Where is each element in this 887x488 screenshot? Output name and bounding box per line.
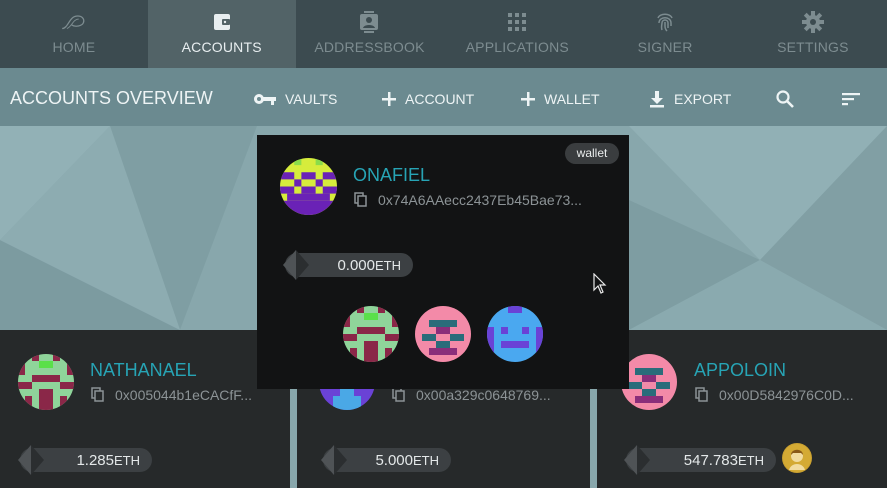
account-name: NATHANAEL [90, 360, 197, 380]
mouse-cursor-icon [593, 273, 607, 294]
nav-addressbook[interactable]: ADDRESSBOOK [296, 0, 444, 68]
search-button[interactable] [775, 89, 803, 109]
page-title: ACCOUNTS OVERVIEW [10, 88, 213, 108]
ethereum-icon [18, 445, 44, 475]
gear-icon [800, 10, 826, 34]
account-card[interactable]: NATHANAEL 0x005044b1eCACfF... 1.285 ETH [0, 330, 290, 488]
sort-icon [842, 93, 860, 106]
wallet-type-badge: wallet [565, 143, 619, 164]
avatar [621, 354, 677, 410]
add-account-button[interactable]: ACCOUNT [381, 89, 474, 109]
nav-accounts[interactable]: ACCOUNTS [147, 0, 296, 68]
copy-icon [91, 387, 104, 402]
balance-pill: 5.000 ETH [321, 445, 451, 475]
home-logo-icon [61, 10, 87, 34]
plus-icon [521, 92, 535, 106]
balance-unit: ETH [375, 258, 401, 273]
wallet-address[interactable]: 0x74A6AAecc2437Eb45Bae73... [354, 192, 582, 208]
balance-pill: 1.285 ETH [18, 445, 152, 475]
account-address-text: 0x00D5842976C0D... [719, 387, 854, 403]
balance-pill: 0.000 ETH [283, 250, 413, 280]
wallet-icon [209, 10, 235, 34]
addressbook-icon [356, 10, 382, 34]
account-card[interactable]: APPOLOIN 0x00D5842976C0D... 547.783 ETH [597, 330, 887, 488]
plus-icon [382, 92, 396, 106]
nav-applications[interactable]: APPLICATIONS [443, 0, 591, 68]
balance-unit: ETH [738, 453, 764, 468]
token-icon [782, 443, 812, 473]
apps-grid-icon [504, 10, 530, 34]
export-button[interactable]: EXPORT [648, 89, 731, 109]
nav-signer-label: SIGNER [637, 39, 693, 55]
sort-button[interactable] [841, 89, 869, 109]
account-address[interactable]: 0x005044b1eCACfF... [91, 387, 252, 403]
balance-pill: 547.783 ETH [624, 445, 776, 475]
download-icon [650, 91, 664, 108]
nav-home[interactable]: HOME [0, 0, 148, 68]
ethereum-icon [624, 445, 650, 475]
fingerprint-icon [652, 10, 678, 34]
nav-signer[interactable]: SIGNER [591, 0, 739, 68]
owner-avatar[interactable] [343, 306, 399, 362]
owner-avatar[interactable] [415, 306, 471, 362]
nav-applications-label: APPLICATIONS [465, 39, 569, 55]
ethereum-icon [321, 445, 347, 475]
top-navigation: HOME ACCOUNTS ADDRESSBOOK APPLICATIONS S… [0, 0, 887, 68]
export-label: EXPORT [674, 91, 732, 107]
wallet-name: ONAFIEL [353, 165, 431, 185]
copy-icon [695, 387, 708, 402]
wallet-address-text: 0x74A6AAecc2437Eb45Bae73... [378, 192, 582, 208]
nav-addressbook-label: ADDRESSBOOK [314, 39, 425, 55]
balance-value: 1.285 [76, 452, 114, 469]
balance-value: 547.783 [683, 452, 738, 469]
account-address[interactable]: 0x00a329c0648769... [392, 387, 551, 403]
wallet-popup[interactable]: ONAFIEL 0x74A6AAecc2437Eb45Bae73... 0.00… [257, 135, 629, 389]
vaults-button[interactable]: VAULTS [253, 89, 337, 109]
nav-settings[interactable]: SETTINGS [739, 0, 887, 68]
account-name: APPOLOIN [694, 360, 787, 380]
account-address[interactable]: 0x00D5842976C0D... [695, 387, 854, 403]
balance-value: 5.000 [375, 452, 413, 469]
add-wallet-button[interactable]: WALLET [520, 89, 600, 109]
avatar [280, 158, 337, 215]
copy-icon [354, 192, 367, 207]
account-address-text: 0x005044b1eCACfF... [115, 387, 252, 403]
account-address-text: 0x00a329c0648769... [416, 387, 551, 403]
balance-unit: ETH [114, 453, 140, 468]
nav-home-label: HOME [52, 39, 96, 55]
search-icon [776, 90, 794, 108]
balance-unit: ETH [413, 453, 439, 468]
key-icon [254, 94, 276, 105]
copy-icon [392, 387, 405, 402]
nav-accounts-label: ACCOUNTS [181, 39, 262, 55]
add-account-label: ACCOUNT [405, 91, 475, 107]
add-wallet-label: WALLET [544, 91, 600, 107]
accounts-toolbar: ACCOUNTS OVERVIEW VAULTS ACCOUNT WALLET … [0, 68, 887, 126]
owner-avatar[interactable] [487, 306, 543, 362]
ethereum-icon [283, 250, 309, 280]
avatar [18, 354, 74, 410]
balance-value: 0.000 [337, 257, 375, 274]
nav-settings-label: SETTINGS [777, 39, 849, 55]
vaults-label: VAULTS [285, 91, 338, 107]
